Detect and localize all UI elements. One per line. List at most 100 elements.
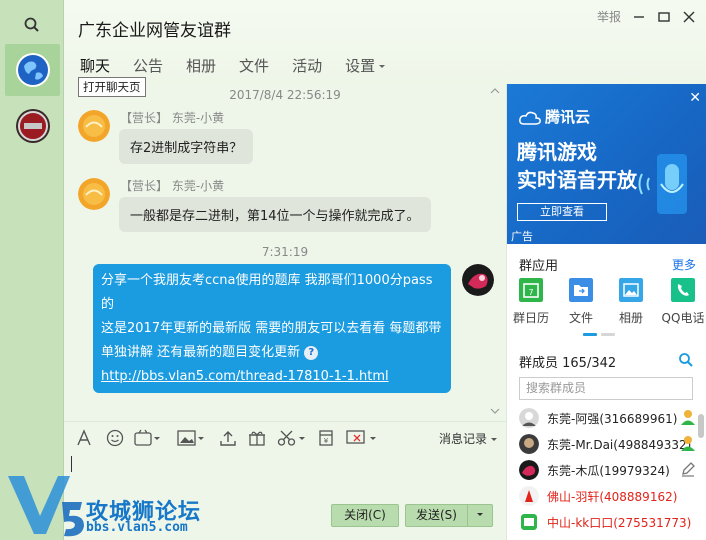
app-album[interactable]: 相册 bbox=[611, 278, 651, 326]
member-search-input[interactable]: 搜索群成员 bbox=[519, 377, 693, 400]
sidebar-chat-fiat[interactable] bbox=[5, 100, 60, 152]
ad-headline-2: 实时语音开放 bbox=[517, 168, 637, 192]
minimize-icon[interactable] bbox=[632, 10, 646, 24]
tab-files[interactable]: 文件 bbox=[239, 55, 269, 76]
sender-role: 【营长】 bbox=[120, 111, 169, 125]
member-name: 中山-kk口口(275531773) bbox=[547, 516, 692, 530]
avatar[interactable] bbox=[78, 110, 110, 142]
message-record-button[interactable]: 消息记录 bbox=[439, 430, 498, 447]
send-options-button[interactable] bbox=[467, 504, 493, 527]
image-icon[interactable] bbox=[177, 429, 205, 447]
upload-icon[interactable] bbox=[219, 429, 237, 447]
tab-activity[interactable]: 活动 bbox=[292, 55, 322, 76]
app-calendar[interactable]: 7 群日历 bbox=[511, 278, 551, 326]
svg-text:¥: ¥ bbox=[324, 437, 329, 445]
message-text-line: 单独讲解 还有最新的题目变化更新 bbox=[101, 345, 301, 360]
ad-brand-text: 腾讯云 bbox=[545, 108, 591, 126]
admin-icon bbox=[681, 410, 695, 425]
globe-avatar-icon bbox=[16, 53, 50, 87]
sender-name: 东莞-小黄 bbox=[171, 111, 225, 125]
red-packet-icon[interactable]: ¥ bbox=[318, 429, 334, 447]
avatar[interactable] bbox=[78, 178, 110, 210]
close-button[interactable]: 关闭(C) bbox=[331, 504, 399, 527]
member-row[interactable]: 中山-kk口口(275531773) bbox=[517, 509, 697, 535]
ad-banner[interactable]: 腾讯云 腾讯游戏 实时语音开放 立即查看 广告 ✕ bbox=[507, 84, 706, 244]
tab-album[interactable]: 相册 bbox=[186, 55, 216, 76]
search-icon[interactable] bbox=[22, 15, 42, 35]
phone-icon bbox=[671, 278, 695, 302]
member-row[interactable]: 东莞-阿强(316689961) bbox=[517, 405, 697, 431]
tab-chat[interactable]: 聊天 bbox=[80, 55, 111, 81]
ad-tag: 广告 bbox=[511, 230, 533, 243]
message-link[interactable]: http://bbs.vlan5.com/thread-17810-1-1.ht… bbox=[101, 369, 389, 384]
avatar bbox=[519, 408, 539, 428]
sender-name: 东莞-小黄 bbox=[171, 179, 225, 193]
gif-icon[interactable] bbox=[134, 429, 160, 447]
calendar-icon: 7 bbox=[519, 278, 543, 302]
tab-settings-label: 设置 bbox=[345, 57, 376, 75]
right-panel: 腾讯云 腾讯游戏 实时语音开放 立即查看 广告 ✕ 群应用 更多 7 群日历 文… bbox=[506, 84, 706, 540]
app-files[interactable]: 文件 bbox=[561, 278, 601, 326]
member-list-scrollbar[interactable] bbox=[698, 414, 704, 438]
member-name: 东莞-Mr.Dai(498849332) bbox=[547, 438, 692, 452]
message-bubble: 一般都是存二进制，第14位一个与操作就完成了。 bbox=[119, 197, 431, 232]
screen-share-icon[interactable] bbox=[346, 429, 378, 447]
pager-dot[interactable] bbox=[601, 333, 615, 336]
member-row[interactable]: 东莞-木瓜(19979324) bbox=[517, 457, 697, 483]
avatar bbox=[519, 434, 539, 454]
ad-cta-button[interactable]: 立即查看 bbox=[517, 203, 607, 221]
message-bubble-self: 分享一个我朋友考ccna使用的题库 我那哥们1000分pass的 这是2017年… bbox=[93, 264, 451, 393]
message-sender: 【营长】 东莞-小黄 bbox=[120, 109, 224, 126]
avatar bbox=[519, 486, 539, 506]
app-label: 相册 bbox=[618, 311, 643, 325]
window-controls: 举报 bbox=[597, 8, 696, 25]
more-apps-link[interactable]: 更多 bbox=[672, 256, 696, 273]
admin-icon bbox=[681, 436, 695, 451]
message-sender: 【营长】 东莞-小黄 bbox=[120, 177, 224, 194]
chevron-down-icon bbox=[379, 64, 386, 68]
app-label: 文件 bbox=[568, 311, 593, 325]
svg-text:7: 7 bbox=[528, 288, 533, 297]
members-title: 群成员 165/342 bbox=[519, 356, 617, 371]
edit-icon[interactable] bbox=[679, 460, 697, 478]
close-icon[interactable] bbox=[682, 10, 696, 24]
report-link[interactable]: 举报 bbox=[597, 8, 621, 25]
sidebar-chat-globe[interactable] bbox=[5, 44, 60, 96]
font-icon[interactable] bbox=[76, 429, 92, 447]
member-name: 东莞-阿强(316689961) bbox=[547, 412, 678, 426]
scroll-down-icon[interactable] bbox=[490, 408, 500, 414]
message-list[interactable]: 2017/8/4 22:56:19 【营长】 东莞-小黄 存2进制成字符串？ 【… bbox=[64, 84, 506, 421]
chat-header: 广东企业网管友谊群 举报 聊天 公告 相册 文件 活动 设置 bbox=[64, 0, 706, 84]
pager-dot[interactable] bbox=[583, 333, 597, 336]
tab-announcement[interactable]: 公告 bbox=[133, 55, 163, 76]
emoji-icon[interactable] bbox=[106, 429, 124, 447]
avatar bbox=[521, 514, 537, 530]
member-search-icon[interactable] bbox=[678, 352, 694, 368]
member-row[interactable]: 东莞-Mr.Dai(498849332) bbox=[517, 431, 697, 457]
tab-settings[interactable]: 设置 bbox=[345, 55, 386, 76]
message-text-line: 这是2017年更新的最新版 需要的朋友可以去看看 每题都带 bbox=[101, 321, 442, 336]
ad-close-icon[interactable]: ✕ bbox=[689, 90, 701, 106]
self-avatar[interactable] bbox=[462, 264, 494, 296]
input-toolbar: ¥ 消息记录 bbox=[64, 421, 506, 453]
member-row[interactable]: 佛山-羽轩(408889162) bbox=[517, 483, 697, 509]
avatar bbox=[519, 460, 539, 480]
message-record-label: 消息记录 bbox=[438, 432, 487, 446]
gift-icon[interactable] bbox=[248, 429, 266, 447]
scissors-icon[interactable] bbox=[277, 429, 307, 447]
watermark-url: bbs.vlan5.com bbox=[86, 520, 188, 535]
folder-icon bbox=[569, 278, 593, 302]
send-button[interactable]: 发送(S) bbox=[405, 504, 467, 527]
app-label: QQ电话 bbox=[661, 311, 705, 325]
group-apps-title: 群应用 bbox=[519, 259, 559, 274]
maximize-icon[interactable] bbox=[657, 10, 671, 24]
message-bubble: 存2进制成字符串？ bbox=[119, 129, 254, 164]
message-timestamp: 7:31:19 bbox=[261, 245, 309, 259]
member-name: 佛山-羽轩(408889162) bbox=[547, 490, 678, 504]
fiat-logo-icon bbox=[16, 109, 50, 143]
help-icon[interactable]: ? bbox=[304, 345, 319, 360]
cloud-icon bbox=[519, 111, 541, 125]
app-qq-phone[interactable]: QQ电话 bbox=[659, 278, 706, 326]
sender-role: 【营长】 bbox=[120, 179, 169, 193]
phone-illustration-icon bbox=[638, 154, 687, 214]
